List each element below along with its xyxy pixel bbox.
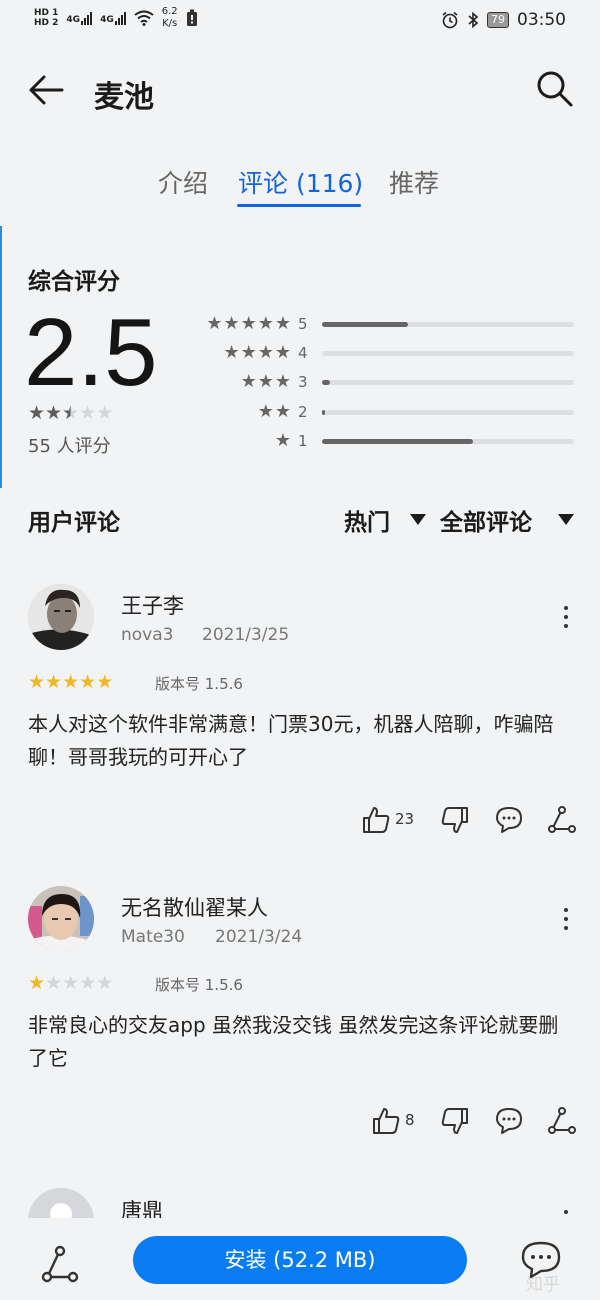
search-icon[interactable]: [534, 68, 574, 108]
tab-recommend[interactable]: 推荐: [389, 164, 439, 200]
tab-intro[interactable]: 介绍: [158, 164, 208, 200]
comment-icon[interactable]: [494, 805, 524, 835]
star-icon: ★★★★: [223, 342, 292, 363]
review-version: 版本号 1.5.6: [155, 675, 243, 693]
more-options-icon[interactable]: [558, 905, 574, 935]
distribution-bar: [322, 380, 574, 385]
star-icon: ★: [28, 671, 46, 693]
review-stars: ★★★★★: [28, 671, 113, 693]
battery-saver-icon: [186, 9, 197, 26]
distribution-fill: [322, 439, 474, 444]
review-text: 本人对这个软件非常满意！门票30元，机器人陪聊，咋骗陪聊！哥哥我玩的可开心了: [28, 712, 554, 769]
back-arrow-icon[interactable]: [26, 70, 66, 110]
battery-icon: 79: [487, 12, 509, 28]
signal-1-icon: 4G: [66, 11, 93, 25]
tab-bar: 介绍 评论 (116) 推荐: [0, 160, 600, 212]
rating-count: 55 人评分: [28, 436, 111, 457]
like-count: 23: [395, 810, 415, 828]
sort-dropdown[interactable]: 热门: [344, 503, 390, 537]
thumbs-up-icon[interactable]: [371, 1106, 401, 1136]
reviewer-device: Mate30: [121, 927, 185, 947]
star-icon: ★★★★★: [206, 313, 292, 334]
star-icon: ★: [45, 972, 63, 994]
install-button[interactable]: 安装 (52.2 MB): [133, 1236, 467, 1284]
share-icon[interactable]: [547, 1106, 577, 1136]
avatar[interactable]: [28, 584, 94, 650]
app-bar: 麦池: [0, 62, 600, 118]
star-icon: ★: [79, 671, 97, 693]
network-speed: 6.2 K/s: [161, 6, 178, 29]
review-date: 2021/3/24: [215, 927, 303, 947]
distribution-bar: [322, 351, 574, 356]
review-version: 版本号 1.5.6: [155, 976, 243, 994]
reviewer-device: nova3: [121, 625, 174, 645]
star-icon: ★: [96, 402, 114, 424]
star-icon: ★: [28, 402, 46, 424]
rating-distribution-row: ★★★★★ 5: [180, 313, 574, 335]
more-options-icon[interactable]: [558, 603, 574, 633]
star-icon: ★★★: [240, 371, 292, 392]
avatar[interactable]: [28, 886, 94, 952]
comment-icon[interactable]: [494, 1106, 524, 1136]
thumbs-down-icon[interactable]: [440, 1106, 470, 1136]
distribution-label: 3: [298, 373, 308, 391]
overall-score: 2.5: [24, 299, 158, 406]
filter-dropdown[interactable]: 全部评论: [440, 503, 532, 537]
distribution-label: 1: [298, 432, 308, 450]
rating-distribution-row: ★★★ 3: [180, 371, 574, 393]
rating-distribution-row: ★★★★ 4: [180, 342, 574, 364]
star-icon: ★: [79, 972, 97, 994]
distribution-label: 2: [298, 403, 308, 421]
star-icon: ★★: [257, 401, 292, 422]
star-icon: ★: [45, 671, 63, 693]
chevron-down-icon[interactable]: [558, 514, 574, 525]
overall-rating-heading: 综合评分: [28, 269, 120, 295]
star-icon: ★: [28, 972, 46, 994]
signal-2-icon: 4G: [100, 11, 126, 25]
watermark: 知乎: [526, 1275, 560, 1295]
distribution-label: 4: [298, 344, 308, 362]
star-icon: ★: [96, 671, 114, 693]
thumbs-up-icon[interactable]: [361, 805, 391, 835]
share-icon[interactable]: [40, 1244, 80, 1284]
wifi-icon: [134, 10, 154, 26]
review-text: 非常良心的交友app 虽然我没交钱 虽然发完这条评论就要删了它: [28, 1013, 559, 1070]
star-icon: ★: [62, 972, 80, 994]
distribution-bar: [322, 322, 574, 327]
sim-indicator: HD 1 HD 2: [34, 8, 59, 28]
half-star-icon: ★: [62, 402, 80, 424]
status-bar: HD 1 HD 2 4G 4G 6.2 K/s 79 03:50: [0, 0, 600, 42]
chevron-down-icon[interactable]: [410, 514, 426, 525]
tab-active-indicator: [237, 204, 361, 207]
tab-reviews[interactable]: 评论 (116): [238, 164, 363, 200]
bluetooth-icon: [468, 11, 479, 29]
distribution-fill: [322, 410, 325, 415]
share-icon[interactable]: [547, 805, 577, 835]
star-icon: ★: [79, 402, 97, 424]
distribution-bar: [322, 410, 574, 415]
distribution-label: 5: [298, 315, 308, 333]
distribution-fill: [322, 322, 408, 327]
review-stars: ★★★★★: [28, 972, 113, 994]
user-reviews-heading: 用户评论: [28, 510, 120, 536]
page-title: 麦池: [94, 80, 154, 115]
reviewer-name: 王子李: [121, 594, 184, 618]
edge-accent: [0, 226, 2, 488]
distribution-bar: [322, 439, 574, 444]
thumbs-down-icon[interactable]: [440, 805, 470, 835]
star-icon: ★: [45, 402, 63, 424]
distribution-fill: [322, 380, 330, 385]
bottom-action-bar: 安装 (52.2 MB) 知乎: [0, 1218, 600, 1300]
star-icon: ★: [96, 972, 114, 994]
alarm-icon: [442, 11, 458, 29]
star-icon: ★: [274, 430, 292, 451]
overall-stars: ★★★★★: [28, 402, 113, 424]
clock: 03:50: [517, 10, 566, 30]
rating-distribution-row: ★ 1: [180, 430, 574, 452]
rating-distribution-row: ★★ 2: [180, 401, 574, 423]
review-date: 2021/3/25: [202, 625, 290, 645]
reviewer-name: 无名散仙翟某人: [121, 896, 268, 920]
star-icon: ★: [62, 671, 80, 693]
like-count: 8: [405, 1111, 415, 1129]
